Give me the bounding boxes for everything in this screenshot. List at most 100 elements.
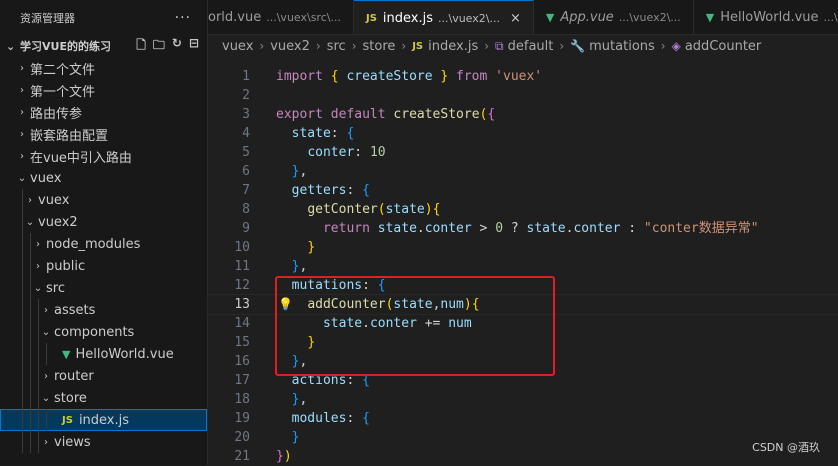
code-content: }: [276, 238, 315, 257]
tree-item[interactable]: ⌄ src: [0, 277, 207, 299]
tree-item[interactable]: ⌄ vuex: [0, 167, 207, 189]
chevron-down-icon: ⌄: [33, 282, 43, 294]
indent-guide: [30, 255, 31, 277]
breadcrumb-item[interactable]: vuex: [222, 39, 253, 54]
indent-guide: [22, 431, 23, 453]
code-line[interactable]: 12 mutations: {: [208, 276, 838, 295]
tab-index-js[interactable]: JS index.js ...\vuex2\... ×: [353, 0, 534, 34]
breadcrumb-item[interactable]: store: [363, 39, 396, 54]
code-line[interactable]: 5 conter: 10: [208, 143, 838, 162]
tree-item-label: 第二个文件: [30, 62, 96, 78]
collapse-all-icon[interactable]: ⊟: [189, 36, 199, 57]
indent-guide: [38, 387, 39, 409]
tree-item[interactable]: JS index.js: [0, 409, 207, 431]
code-line[interactable]: 15 }: [208, 333, 838, 352]
file-tree: › 第二个文件 › 第一个文件 › 路由传参 › 嵌套路由配置 › 在vue中引入路由 ⌄ vuex ›…: [0, 57, 207, 453]
code-line[interactable]: 1 import { createStore } from 'vuex': [208, 67, 838, 86]
tree-item-label: vuex2: [38, 214, 78, 230]
tree-item[interactable]: › node_modules: [0, 233, 207, 255]
code-line[interactable]: 3 export default createStore({: [208, 105, 838, 124]
code-content: getConter(state){: [276, 200, 440, 219]
indent-guide: [38, 299, 39, 321]
code-line[interactable]: 13 💡 addCounter(state,num){: [207, 294, 838, 315]
tree-item[interactable]: › 嵌套路由配置: [0, 123, 207, 145]
code-line[interactable]: 9 return state.conter > 0 ? state.conter…: [208, 219, 838, 238]
breadcrumb-item[interactable]: vuex2: [270, 39, 310, 54]
code-line[interactable]: 10 }: [208, 238, 838, 257]
breadcrumb-item[interactable]: src: [327, 39, 346, 54]
code-line[interactable]: 21}): [208, 447, 838, 466]
tree-item-label: store: [54, 390, 87, 406]
new-folder-icon[interactable]: 🗀: [153, 36, 165, 57]
code-line[interactable]: 7 getters: {: [208, 181, 838, 200]
code-line[interactable]: 2: [208, 86, 838, 105]
code-token: :: [330, 126, 347, 141]
breadcrumb-item[interactable]: addCounter: [685, 39, 761, 54]
code-line[interactable]: 14 state.conter += num: [208, 314, 838, 333]
tree-item[interactable]: › 第二个文件: [0, 57, 207, 79]
line-number: 7: [242, 183, 250, 198]
code-line[interactable]: 19 modules: {: [208, 409, 838, 428]
tab-helloworld-vue[interactable]: ▼ HelloWorld.vue ...\vuex\...: [694, 0, 838, 34]
breadcrumb-item[interactable]: default: [508, 39, 554, 54]
code-token: ,: [299, 354, 308, 369]
tree-item[interactable]: › public: [0, 255, 207, 277]
code-line[interactable]: 16 },: [208, 352, 838, 371]
code-line[interactable]: 4 state: {: [208, 124, 838, 143]
tree-item[interactable]: ⌄ store: [0, 387, 207, 409]
code-token: actions: [291, 373, 347, 388]
tree-item[interactable]: ⌄ components: [0, 321, 207, 343]
code-line[interactable]: 11 },: [208, 257, 838, 276]
refresh-icon[interactable]: ↻: [172, 36, 182, 57]
code-line[interactable]: 20 }: [208, 428, 838, 447]
indent-guide: [38, 431, 39, 453]
tab-label: index.js: [382, 10, 433, 26]
chevron-right-icon: ›: [20, 62, 24, 74]
code-line[interactable]: 6 },: [208, 162, 838, 181]
line-number: 20: [234, 430, 250, 445]
tree-item[interactable]: ▼ HelloWorld.vue: [0, 343, 207, 365]
tree-item-label: views: [54, 434, 91, 450]
indent-guide: [38, 343, 39, 365]
vue-file-icon: ▼: [545, 11, 555, 24]
tree-item[interactable]: › 在vue中引入路由: [0, 145, 207, 167]
tree-item[interactable]: › 路由传参: [0, 101, 207, 123]
breadcrumb-item[interactable]: mutations: [589, 39, 655, 54]
tree-item[interactable]: › views: [0, 431, 207, 453]
new-file-icon[interactable]: 🗋: [136, 36, 146, 57]
code-editor[interactable]: 1 import { createStore } from 'vuex' 2 3 exp…: [207, 67, 838, 466]
close-icon[interactable]: ×: [510, 11, 521, 26]
code-line[interactable]: 18 },: [208, 390, 838, 409]
tree-item[interactable]: › 第一个文件: [0, 79, 207, 101]
code-token: default: [330, 107, 386, 122]
workspace-root[interactable]: ⌄ 学习VUE的的练习 🗋 🗀 ↻ ⊟: [0, 35, 207, 57]
tab-helloworld-vuex-src[interactable]: orld.vue ...\vuex\src\...: [208, 0, 354, 34]
line-number: 1: [242, 69, 250, 84]
tree-item-label: 第一个文件: [30, 84, 96, 100]
code-token: state: [526, 221, 566, 236]
js-file-icon: JS: [365, 12, 377, 24]
chevron-down-icon: ⌄: [17, 172, 27, 184]
tab-app-vue[interactable]: ▼ App.vue ...\vuex2\...: [534, 0, 694, 34]
more-actions-icon[interactable]: ···: [175, 10, 191, 26]
breadcrumb-item[interactable]: index.js: [428, 39, 478, 54]
code-line[interactable]: 17 actions: {: [208, 371, 838, 390]
tree-item[interactable]: › router: [0, 365, 207, 387]
chevron-right-icon: ›: [20, 128, 24, 140]
tree-item-label: vuex: [38, 192, 70, 208]
code-line[interactable]: 8 getConter(state){: [208, 200, 838, 219]
code-token: ): [424, 202, 433, 217]
tree-item[interactable]: › assets: [0, 299, 207, 321]
tree-item[interactable]: › vuex: [0, 189, 207, 211]
tab-label: App.vue: [560, 10, 614, 25]
chevron-right-icon: ›: [28, 194, 32, 206]
tree-item[interactable]: ⌄ vuex2: [0, 211, 207, 233]
